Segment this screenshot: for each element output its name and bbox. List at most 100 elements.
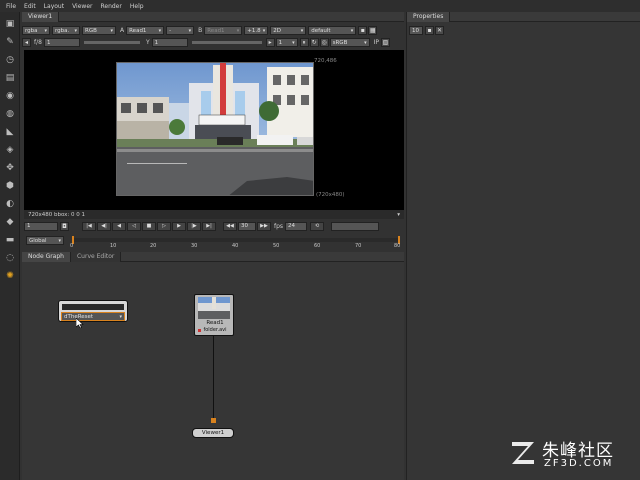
time-tool-icon[interactable]: ◷ bbox=[4, 54, 16, 66]
viewer-node[interactable]: Viewer1 bbox=[192, 428, 234, 438]
fps-label: fps bbox=[274, 222, 284, 230]
tick-50: 50 bbox=[273, 243, 280, 249]
read-node-label: Read1 bbox=[206, 320, 224, 326]
tab-curve-editor[interactable]: Curve Editor bbox=[70, 251, 122, 262]
node-name-input[interactable] bbox=[62, 304, 124, 310]
viewer-tab-header: Viewer1 bbox=[22, 11, 404, 22]
pause-icon[interactable]: ⏸ bbox=[299, 38, 309, 47]
menu-layout[interactable]: Layout bbox=[44, 3, 64, 10]
fps-field[interactable]: 24 bbox=[285, 221, 308, 231]
fstop-field[interactable]: 1 bbox=[43, 38, 80, 47]
viewer-controls-bottom: ◂ f/8 1 Y 1 ▸ 1 ⏸ ↻ ◎ sRGB IP ▧ bbox=[22, 37, 404, 48]
skip-back-button[interactable]: ◀◀ bbox=[223, 221, 237, 231]
next-keyframe-button[interactable]: |▶ bbox=[187, 221, 201, 231]
viewer-image bbox=[116, 62, 314, 196]
node-graph-canvas[interactable]: dTheReset ▾ Read1 folder.avi Viewer1 bbox=[22, 264, 404, 480]
view-mode-dropdown[interactable]: 2D bbox=[270, 26, 307, 35]
node-graph-panel: Node Graph Curve Editor dTheReset ▾ Read… bbox=[22, 251, 404, 480]
range-mode-dropdown[interactable]: Global bbox=[26, 236, 64, 245]
filter-tool-icon[interactable]: ◍ bbox=[4, 108, 16, 120]
prev-frame-button[interactable]: ◀ bbox=[112, 221, 126, 231]
info-menu-icon[interactable]: ▾ bbox=[397, 212, 400, 218]
max-panels-field[interactable]: 10 bbox=[409, 26, 423, 35]
input-a-dropdown[interactable]: Read1 bbox=[126, 26, 165, 35]
lut-dropdown[interactable]: default bbox=[308, 26, 357, 35]
next-frame-button[interactable]: ▶ bbox=[172, 221, 186, 231]
gamma-field[interactable]: 1 bbox=[151, 38, 188, 47]
other-tool-icon[interactable]: ◌ bbox=[4, 252, 16, 264]
paint-icon[interactable]: ▸ bbox=[265, 38, 275, 47]
timeline-track[interactable] bbox=[72, 238, 400, 242]
striped-toggle-icon[interactable]: ▧ bbox=[381, 38, 391, 47]
channel-tool-icon[interactable]: ▤ bbox=[4, 72, 16, 84]
prev-keyframe-button[interactable]: ◀| bbox=[97, 221, 111, 231]
menu-viewer[interactable]: Viewer bbox=[72, 3, 92, 10]
tick-10: 10 bbox=[110, 243, 117, 249]
image-tool-icon[interactable]: ▣ bbox=[4, 18, 16, 30]
gain-field[interactable]: +1.8 bbox=[244, 26, 269, 35]
plugin-tool-icon[interactable]: ✺ bbox=[4, 270, 16, 282]
colorspace-dropdown[interactable]: sRGB bbox=[329, 38, 370, 47]
keyer-tool-icon[interactable]: ◣ bbox=[4, 126, 16, 138]
lock-range-icon[interactable]: ◘ bbox=[60, 221, 69, 231]
tick-20: 20 bbox=[150, 243, 157, 249]
skip-frames-field[interactable]: 30 bbox=[238, 221, 256, 231]
viewer-panel: Viewer1 rgba rgba. RGB A Read1 - B Read1… bbox=[22, 11, 404, 250]
timeline[interactable]: Global 0 10 20 30 40 50 60 70 80 bbox=[24, 234, 404, 249]
play-forward-button[interactable]: ▷ bbox=[157, 221, 171, 231]
viewer-viewport[interactable]: 720,486 (720x480) bbox=[24, 50, 404, 210]
current-frame-field[interactable]: 1 bbox=[24, 221, 58, 231]
metadata-tool-icon[interactable]: ◆ bbox=[4, 216, 16, 228]
frame-range-field[interactable] bbox=[331, 221, 380, 231]
viewer-lock-icon[interactable]: ▪ bbox=[358, 26, 368, 35]
color-tool-icon[interactable]: ◉ bbox=[4, 90, 16, 102]
3d-tool-icon[interactable]: ⬢ bbox=[4, 180, 16, 192]
viewer-roi-icon[interactable]: ▦ bbox=[368, 26, 378, 35]
ip-label[interactable]: IP bbox=[374, 39, 379, 46]
first-frame-button[interactable]: |◀ bbox=[82, 221, 96, 231]
properties-tab-header: Properties bbox=[407, 11, 640, 22]
node-class-dropdown[interactable]: dTheReset ▾ bbox=[61, 312, 125, 321]
display-channel-dropdown[interactable]: RGB bbox=[82, 26, 116, 35]
transform-tool-icon[interactable]: ✥ bbox=[4, 162, 16, 174]
compare-op-dropdown[interactable]: - bbox=[166, 26, 195, 35]
menu-help[interactable]: Help bbox=[130, 3, 144, 10]
loop-mode-button[interactable]: ⟲ bbox=[310, 221, 325, 231]
tab-viewer[interactable]: Viewer1 bbox=[22, 11, 60, 22]
cache-icon[interactable]: ◎ bbox=[319, 38, 329, 47]
last-frame-button[interactable]: ▶| bbox=[202, 221, 216, 231]
alpha-channel-dropdown[interactable]: rgba. bbox=[52, 26, 80, 35]
viewer-input-arrow bbox=[211, 418, 216, 423]
views-tool-icon[interactable]: ◐ bbox=[4, 198, 16, 210]
menu-edit[interactable]: Edit bbox=[24, 3, 36, 10]
dropdown-arrow-icon: ▾ bbox=[119, 313, 122, 320]
fstop-toggle-icon[interactable]: ◂ bbox=[22, 38, 31, 47]
stop-button[interactable]: ■ bbox=[142, 221, 156, 231]
merge-tool-icon[interactable]: ◈ bbox=[4, 144, 16, 156]
tick-60: 60 bbox=[314, 243, 321, 249]
toolsets-tool-icon[interactable]: ▬ bbox=[4, 234, 16, 246]
read-node-thumbnail bbox=[198, 297, 230, 319]
format-label-top: 720,486 bbox=[314, 58, 337, 64]
read-node[interactable]: Read1 folder.avi bbox=[194, 294, 234, 336]
draw-tool-icon[interactable]: ✎ bbox=[4, 36, 16, 48]
proxy-dropdown[interactable]: 1 bbox=[275, 38, 298, 47]
menu-file[interactable]: File bbox=[6, 3, 16, 10]
channels-dropdown[interactable]: rgba bbox=[22, 26, 50, 35]
tick-30: 30 bbox=[191, 243, 198, 249]
selected-node[interactable]: dTheReset ▾ bbox=[58, 300, 128, 322]
gamma-slider[interactable] bbox=[191, 41, 262, 44]
gain-slider[interactable] bbox=[83, 41, 140, 44]
tick-70: 70 bbox=[355, 243, 362, 249]
tab-properties[interactable]: Properties bbox=[407, 11, 451, 22]
skip-forward-button[interactable]: ▶▶ bbox=[257, 221, 271, 231]
node-graph-tab-header: Node Graph Curve Editor bbox=[22, 251, 404, 262]
clear-properties-icon[interactable]: ✕ bbox=[435, 26, 444, 35]
format-label-bottom: (720x480) bbox=[316, 192, 345, 198]
menu-render[interactable]: Render bbox=[100, 3, 121, 10]
lock-properties-icon[interactable]: ▪ bbox=[425, 26, 434, 35]
input-b-dropdown[interactable]: Read1 bbox=[204, 26, 243, 35]
play-backward-button[interactable]: ◁ bbox=[127, 221, 141, 231]
refresh-icon[interactable]: ↻ bbox=[309, 38, 319, 47]
tab-node-graph[interactable]: Node Graph bbox=[22, 251, 71, 262]
